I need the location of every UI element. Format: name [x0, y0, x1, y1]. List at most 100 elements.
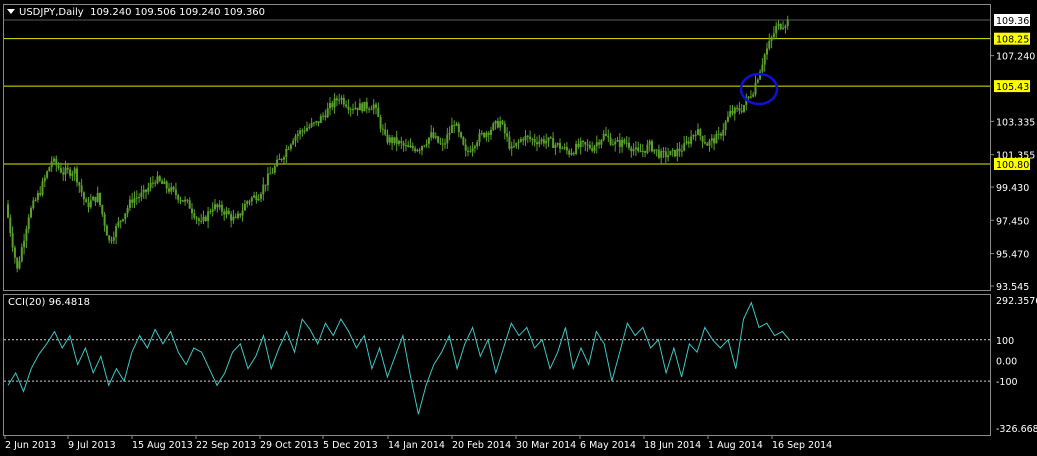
highlight-circle: [739, 72, 779, 106]
price-label: 99.430: [996, 183, 1029, 194]
candle-body: [733, 107, 736, 114]
candle-body: [593, 146, 596, 151]
candle-body: [177, 195, 180, 200]
candle-body: [163, 181, 166, 184]
candle-body: [188, 200, 191, 209]
candle-body: [393, 137, 396, 144]
candle-body: [94, 196, 97, 202]
candle-body: [595, 142, 598, 147]
candle-body: [671, 149, 674, 151]
candle-body: [473, 146, 476, 149]
candle-body: [784, 25, 787, 28]
candle-body: [531, 139, 534, 141]
candle-body: [526, 135, 529, 137]
candle-body: [354, 107, 357, 110]
candle-body: [786, 19, 789, 26]
candle-body: [731, 110, 734, 114]
price-axis: 109.360108.250107.240105.430103.335101.3…: [990, 14, 1035, 293]
candle-body: [450, 125, 453, 133]
candle-body: [641, 150, 644, 153]
candle-body: [407, 145, 410, 148]
candle-body: [345, 104, 348, 107]
candle-body: [453, 125, 456, 127]
candle-body: [280, 158, 283, 160]
candle-body: [62, 172, 65, 175]
candle-body: [703, 142, 706, 144]
candle-body: [223, 211, 226, 215]
candle-body: [368, 108, 371, 110]
candle-body: [499, 121, 502, 128]
candle-body: [568, 150, 571, 155]
candle-body: [485, 132, 488, 138]
candle-body: [766, 48, 768, 55]
candle-body: [349, 109, 352, 111]
candle-body: [687, 141, 690, 144]
candle-body: [754, 82, 757, 95]
candle-body: [563, 147, 566, 149]
candle-body: [554, 144, 557, 148]
candle-body: [533, 139, 536, 143]
candle-body: [11, 232, 14, 248]
candle-body: [772, 33, 775, 38]
candle-body: [667, 155, 670, 158]
candle-body: [381, 128, 384, 130]
candle-body: [726, 116, 729, 122]
candle-body: [352, 109, 354, 111]
candle-body: [78, 182, 81, 186]
candle-body: [644, 150, 647, 153]
candle-body: [487, 132, 490, 135]
candle-body: [243, 203, 246, 211]
candle-body: [140, 192, 143, 198]
candle-body: [777, 23, 780, 26]
candle-body: [306, 128, 308, 131]
candle-body: [142, 189, 145, 193]
candle-body: [191, 208, 193, 214]
time-label: 30 Mar 2014: [516, 440, 576, 451]
candle-body: [540, 139, 543, 142]
candle-body: [237, 213, 239, 218]
candle-body: [386, 134, 389, 143]
candle-body: [724, 121, 727, 130]
candle-body: [126, 207, 129, 214]
candle-body: [87, 202, 90, 208]
chart-canvas[interactable]: 109.360108.250107.240105.430103.335101.3…: [0, 0, 1037, 456]
candle-body: [9, 217, 12, 233]
candle-body: [462, 137, 465, 145]
candle-body: [96, 192, 99, 202]
candle-body: [335, 98, 338, 101]
candle-body: [25, 229, 28, 241]
candle-body: [398, 141, 400, 144]
candle-body: [763, 54, 766, 65]
candle-body: [738, 108, 741, 111]
candle-body: [572, 153, 575, 155]
candle-body: [119, 220, 122, 222]
candle-body: [708, 140, 711, 146]
candle-body: [621, 139, 624, 147]
candle-body: [135, 197, 138, 199]
candle-body: [655, 149, 658, 151]
candle-body: [616, 139, 619, 142]
candle-body: [161, 180, 164, 184]
candle-body: [202, 216, 205, 221]
candle-body: [782, 27, 785, 29]
candle-body: [225, 210, 228, 215]
candle-body: [30, 208, 32, 218]
candle-body: [276, 159, 279, 167]
candle-body: [124, 213, 127, 220]
candle-body: [39, 193, 42, 195]
time-label: 9 Jul 2013: [68, 440, 116, 451]
candle-body: [23, 240, 26, 248]
candle-body: [358, 103, 361, 111]
candle-body: [660, 151, 663, 158]
candle-body: [542, 139, 545, 144]
candle-body: [552, 138, 555, 148]
cci-axis-label: 100: [996, 336, 1014, 347]
candle-body: [322, 115, 325, 117]
candle-body: [43, 177, 46, 182]
candle-body: [294, 136, 297, 141]
candle-body: [400, 141, 403, 143]
cci-reference-lines: [4, 339, 990, 382]
candle-body: [634, 147, 637, 150]
candle-body: [230, 214, 233, 221]
candle-body: [437, 136, 440, 143]
